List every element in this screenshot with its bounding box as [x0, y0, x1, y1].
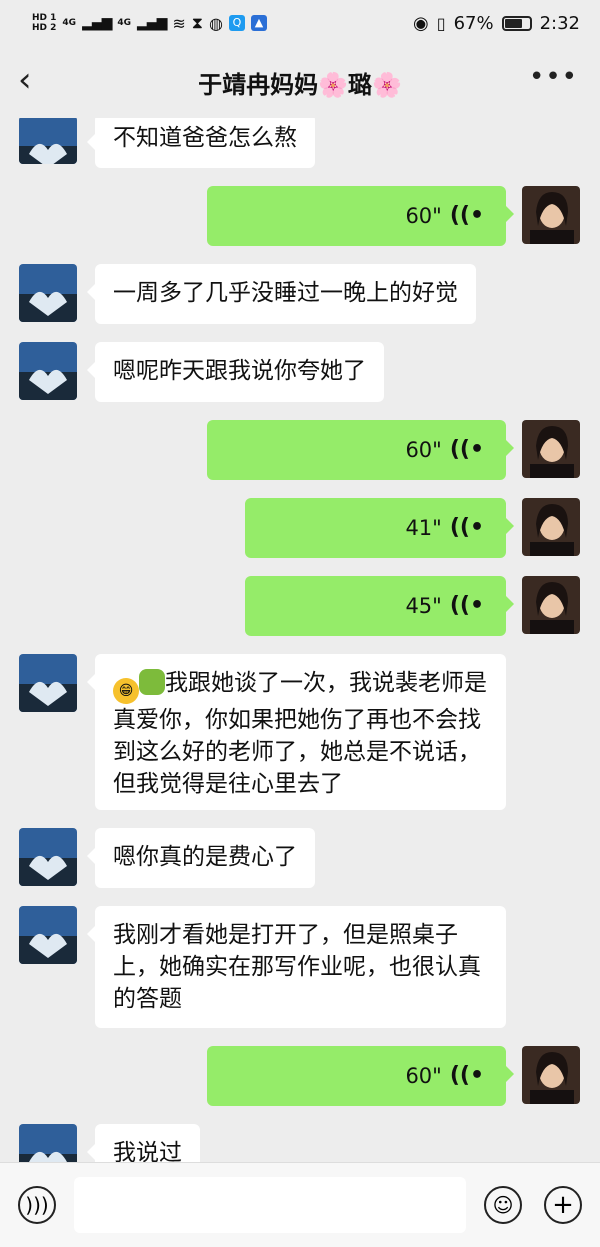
message-incoming: 我说过	[0, 1124, 600, 1162]
add-icon[interactable]: +	[544, 1186, 582, 1224]
contact-avatar[interactable]	[19, 654, 77, 712]
hd-indicator: HD 1 HD 2	[32, 13, 57, 33]
message-outgoing: 45" ((•	[0, 576, 600, 636]
message-incoming: 我刚才看她是打开了，但是照桌子上，她确实在那写作业呢，也很认真的答题	[0, 906, 600, 1028]
eye-icon: ◉	[413, 12, 429, 34]
battery-icon	[501, 15, 532, 31]
message-bubble[interactable]: 嗯呢昨天跟我说你夸她了	[87, 342, 384, 402]
network-type-1: 4G	[62, 18, 77, 28]
message-incoming: 不知道爸爸怎么熬	[0, 118, 600, 174]
grin-emoji-icon: 😁	[113, 678, 139, 704]
message-bubble[interactable]: 我说过	[87, 1124, 200, 1162]
my-avatar[interactable]	[522, 420, 580, 478]
message-incoming: 😁 我跟她谈了一次，我说裴老师是真爱你，你如果把她伤了再也不会找到这么好的老师了，…	[0, 654, 600, 810]
voice-duration: 60"	[405, 204, 442, 228]
contact-avatar[interactable]	[19, 906, 77, 964]
voice-message[interactable]: 60" ((•	[207, 186, 514, 246]
message-bubble[interactable]: 嗯你真的是费心了	[87, 828, 315, 888]
voice-wave-icon: ((•	[449, 593, 484, 618]
voice-duration: 41"	[405, 516, 442, 540]
sprout-person-emoji-icon	[139, 669, 165, 695]
network-type-2: 4G	[117, 18, 132, 28]
my-avatar[interactable]	[522, 498, 580, 556]
message-outgoing: 60" ((•	[0, 420, 600, 480]
contact-avatar[interactable]	[19, 264, 77, 322]
battery-percent: 67%	[453, 12, 494, 34]
contact-avatar[interactable]	[19, 828, 77, 886]
input-bar: ))) ☺ +	[0, 1162, 600, 1247]
my-avatar[interactable]	[522, 1046, 580, 1104]
voice-wave-icon: ((•	[449, 515, 484, 540]
message-list[interactable]: 不知道爸爸怎么熬 60" ((• 一周多了几乎没睡过一晚上的好觉 嗯呢昨天跟我说…	[0, 118, 600, 1162]
message-bubble[interactable]: 😁 我跟她谈了一次，我说裴老师是真爱你，你如果把她伤了再也不会找到这么好的老师了，…	[87, 654, 506, 810]
voice-wave-icon: ((•	[449, 437, 484, 462]
hourglass-icon: ⧗	[191, 13, 203, 32]
voice-message[interactable]: 60" ((•	[207, 1046, 514, 1106]
message-bubble[interactable]: 不知道爸爸怎么熬	[87, 118, 315, 168]
voice-wave-icon: ((•	[449, 1063, 484, 1088]
wifi-icon: ≋	[172, 13, 186, 33]
voice-duration: 45"	[405, 594, 442, 618]
message-incoming: 嗯你真的是费心了	[0, 828, 600, 888]
chat-title: 于靖冉妈妈🌸璐🌸	[198, 70, 402, 99]
voice-message[interactable]: 60" ((•	[207, 420, 514, 480]
nav-app-icon: ▲	[250, 15, 267, 31]
message-outgoing: 60" ((•	[0, 186, 600, 246]
my-avatar[interactable]	[522, 576, 580, 634]
message-outgoing: 60" ((•	[0, 1046, 600, 1106]
contact-avatar[interactable]	[19, 1124, 77, 1162]
message-text: 我跟她谈了一次，我说裴老师是真爱你，你如果把她伤了再也不会找到这么好的老师了，她…	[113, 670, 487, 797]
search-app-icon: Q	[228, 15, 245, 31]
contact-avatar[interactable]	[19, 342, 77, 400]
voice-duration: 60"	[405, 438, 442, 462]
voice-icon[interactable]: )))	[18, 1186, 56, 1224]
voice-message[interactable]: 41" ((•	[245, 498, 514, 558]
vibrate-icon: ▯	[436, 13, 446, 33]
back-arrow-icon[interactable]: ‹	[18, 60, 58, 100]
message-bubble[interactable]: 一周多了几乎没睡过一晚上的好觉	[87, 264, 476, 324]
signal-icon: ▂▄▆	[82, 15, 112, 31]
message-input[interactable]	[74, 1177, 466, 1233]
voice-wave-icon: ((•	[449, 203, 484, 228]
emoji-icon[interactable]: ☺	[484, 1186, 522, 1224]
message-incoming: 一周多了几乎没睡过一晚上的好觉	[0, 264, 600, 324]
message-incoming: 嗯呢昨天跟我说你夸她了	[0, 342, 600, 402]
message-bubble[interactable]: 我刚才看她是打开了，但是照桌子上，她确实在那写作业呢，也很认真的答题	[87, 906, 506, 1028]
contact-avatar[interactable]	[19, 118, 77, 164]
more-icon[interactable]: •••	[529, 62, 578, 92]
message-outgoing: 41" ((•	[0, 498, 600, 558]
clock: 2:32	[539, 12, 580, 34]
voice-duration: 60"	[405, 1064, 442, 1088]
voice-message[interactable]: 45" ((•	[245, 576, 514, 636]
my-avatar[interactable]	[522, 186, 580, 244]
status-bar: HD 1 HD 2 4G ▂▄▆ 4G ▂▄▆ ≋ ⧗ ◍ Q ▲ ◉ ▯ 67%…	[0, 0, 600, 46]
wechat-icon: ◍	[208, 13, 223, 33]
chat-header: ‹ 于靖冉妈妈🌸璐🌸 •••	[0, 46, 600, 118]
signal-icon-2: ▂▄▆	[137, 15, 167, 31]
